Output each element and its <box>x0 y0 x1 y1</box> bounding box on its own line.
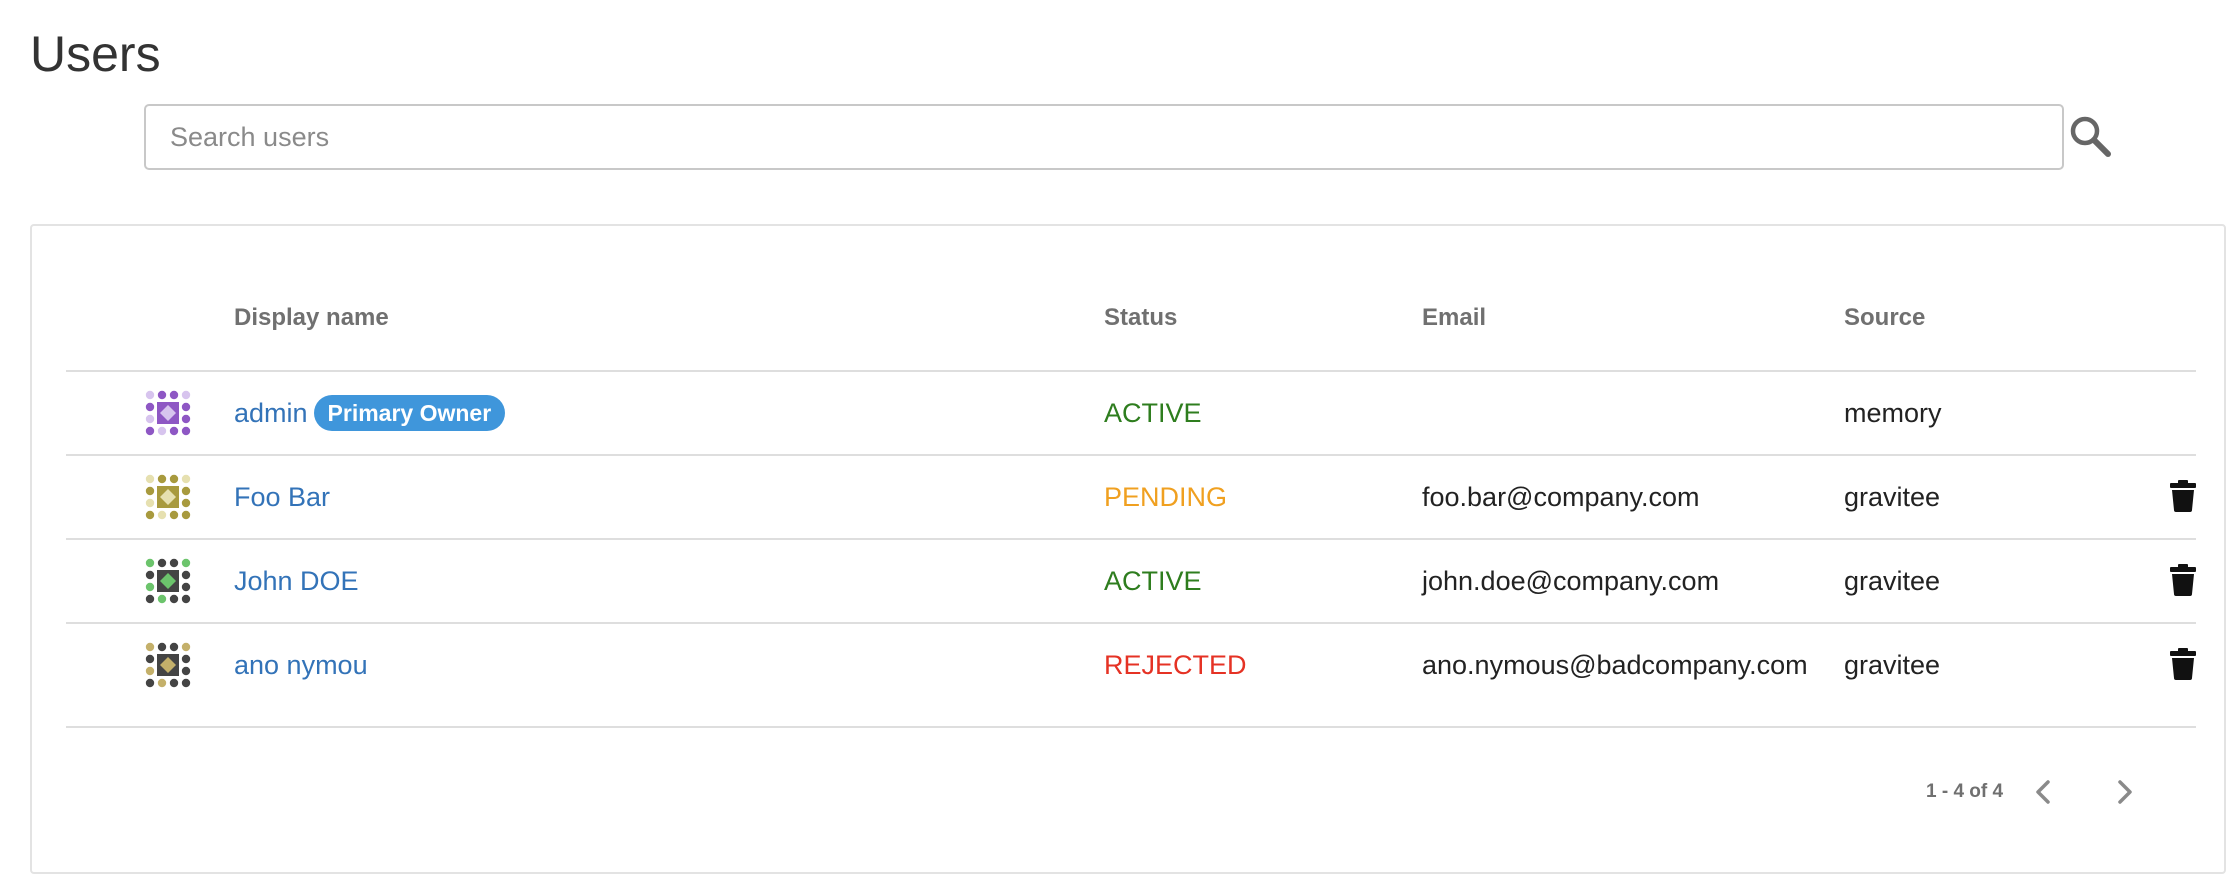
user-name-link[interactable]: admin <box>234 398 308 428</box>
paginator-range-label: 1 - 4 of 4 <box>1926 781 2004 802</box>
user-name-link[interactable]: Foo Bar <box>234 482 330 512</box>
header-display-name[interactable]: Display name <box>234 298 389 338</box>
header-email[interactable]: Email <box>1422 298 1486 338</box>
delete-user-button[interactable] <box>2170 480 2196 512</box>
display-name-cell: John DOE <box>234 540 359 622</box>
search-icon[interactable] <box>2068 114 2114 160</box>
trash-icon <box>2170 648 2196 680</box>
table-row: John DOE ACTIVE john.doe@company.com gravit… <box>66 540 2196 622</box>
avatar <box>145 642 191 688</box>
display-name-cell: ano nymou <box>234 624 368 706</box>
status-cell: REJECTED <box>1104 650 1247 680</box>
email-cell: foo.bar@company.com <box>1422 482 1700 512</box>
table-row: ano nymou REJECTED ano.nymous@badcompany.c… <box>66 624 2196 706</box>
header-source[interactable]: Source <box>1844 298 1925 338</box>
email-cell: john.doe@company.com <box>1422 566 1720 596</box>
source-cell: gravitee <box>1844 650 1941 680</box>
page-title: Users <box>30 26 161 82</box>
user-name-link[interactable]: John DOE <box>234 566 359 596</box>
avatar <box>145 390 191 436</box>
header-status[interactable]: Status <box>1104 298 1177 338</box>
next-page-button[interactable] <box>2106 774 2142 810</box>
status-cell: ACTIVE <box>1104 398 1202 428</box>
display-name-cell: admin Primary Owner <box>234 372 506 454</box>
source-cell: gravitee <box>1844 482 1941 512</box>
chevron-right-icon <box>2118 780 2132 804</box>
avatar <box>145 558 191 604</box>
email-cell: ano.nymous@badcompany.com <box>1422 650 1808 680</box>
display-name-cell: Foo Bar <box>234 456 330 538</box>
users-table-card: Display name Status Email Source admin Pr… <box>30 224 2226 874</box>
status-cell: PENDING <box>1104 482 1228 512</box>
primary-owner-badge: Primary Owner <box>313 394 506 431</box>
status-cell: ACTIVE <box>1104 566 1202 596</box>
row-divider <box>66 726 2196 728</box>
table-row: admin Primary Owner ACTIVE memory <box>66 372 2196 454</box>
delete-user-button[interactable] <box>2170 564 2196 596</box>
user-name-link[interactable]: ano nymou <box>234 650 368 680</box>
users-page: Users Display name Status Email Source a… <box>0 0 2238 894</box>
trash-icon <box>2170 480 2196 512</box>
source-cell: memory <box>1844 398 1942 428</box>
table-header: Display name Status Email Source <box>66 298 2196 338</box>
previous-page-button[interactable] <box>2026 774 2062 810</box>
paginator: 1 - 4 of 4 <box>66 762 2196 822</box>
search-bar <box>144 104 2064 170</box>
chevron-left-icon <box>2036 780 2050 804</box>
source-cell: gravitee <box>1844 566 1941 596</box>
search-input[interactable] <box>144 104 2064 170</box>
avatar <box>145 474 191 520</box>
trash-icon <box>2170 564 2196 596</box>
table-row: Foo Bar PENDING foo.bar@company.com gravite… <box>66 456 2196 538</box>
delete-user-button[interactable] <box>2170 648 2196 680</box>
